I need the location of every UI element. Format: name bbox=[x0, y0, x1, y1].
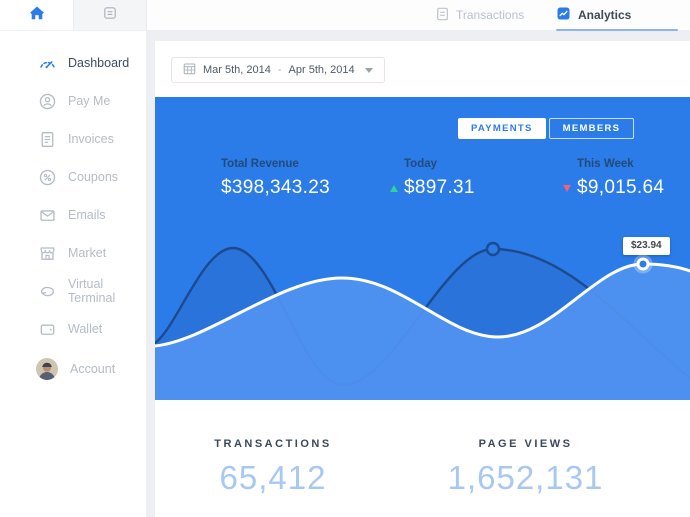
stat-label: Total Revenue bbox=[221, 158, 330, 170]
stat-value: $9,015.64 bbox=[577, 177, 664, 199]
wallet-icon bbox=[38, 320, 57, 339]
sidebar-item-label: Virtual Terminal bbox=[68, 277, 146, 305]
bottom-stat-value: 65,412 bbox=[163, 459, 383, 497]
bottom-stat-label: PAGE VIEWS bbox=[413, 438, 638, 450]
sidebar-item-label: Market bbox=[68, 246, 106, 260]
series-toggle: PAYMENTS MEMBERS bbox=[458, 118, 634, 139]
stat-value: $897.31 bbox=[404, 177, 475, 199]
stat-this-week: This Week $9,015.64 bbox=[563, 158, 664, 199]
white-series-marker[interactable] bbox=[638, 259, 648, 269]
sidebar-item-label: Invoices bbox=[68, 132, 114, 146]
payments-toggle-button[interactable]: PAYMENTS bbox=[458, 118, 546, 139]
chart-tooltip: $23.94 bbox=[623, 237, 670, 255]
list-icon bbox=[102, 5, 118, 26]
analytics-icon bbox=[556, 6, 571, 24]
sidebar-item-dashboard[interactable]: Dashboard bbox=[0, 44, 146, 82]
sidebar-item-label: Wallet bbox=[68, 322, 102, 336]
terminal-icon bbox=[38, 282, 57, 301]
sidebar-item-label: Emails bbox=[68, 208, 106, 222]
sidebar-item-label: Dashboard bbox=[68, 56, 129, 70]
bottom-stat-value: 1,652,131 bbox=[413, 459, 638, 497]
tab-list[interactable] bbox=[73, 0, 147, 30]
tab-analytics[interactable]: Analytics bbox=[556, 0, 631, 30]
sidebar: Dashboard Pay Me Invoices Coupons Emails… bbox=[0, 31, 146, 517]
sidebar-item-pay-me[interactable]: Pay Me bbox=[0, 82, 146, 120]
members-toggle-button[interactable]: MEMBERS bbox=[549, 118, 635, 139]
sidebar-item-label: Pay Me bbox=[68, 94, 110, 108]
top-bar: Transactions Analytics bbox=[0, 0, 690, 31]
chevron-down-icon bbox=[365, 68, 373, 73]
active-tab-underline bbox=[556, 29, 678, 31]
sidebar-item-wallet[interactable]: Wallet bbox=[0, 310, 146, 348]
stat-label: Today bbox=[404, 158, 475, 170]
tab-analytics-label: Analytics bbox=[578, 8, 631, 22]
invoice-icon bbox=[38, 130, 57, 149]
stat-today: Today $897.31 bbox=[390, 158, 475, 199]
dark-series-marker[interactable] bbox=[487, 243, 499, 255]
analytics-chart-panel: PAYMENTS MEMBERS Total Revenue $398,343.… bbox=[155, 97, 690, 400]
bottom-stat-page-views: PAGE VIEWS 1,652,131 bbox=[413, 438, 638, 497]
stat-label: This Week bbox=[577, 158, 664, 170]
sidebar-item-invoices[interactable]: Invoices bbox=[0, 120, 146, 158]
date-range-separator: - bbox=[278, 64, 282, 76]
sidebar-item-emails[interactable]: Emails bbox=[0, 196, 146, 234]
main-card: Mar 5th, 2014 - Apr 5th, 2014 PAYMENTS M… bbox=[155, 41, 690, 517]
percent-icon bbox=[38, 168, 57, 187]
avatar bbox=[35, 357, 59, 381]
person-icon bbox=[38, 92, 57, 111]
gauge-icon bbox=[38, 54, 57, 73]
tab-transactions-label: Transactions bbox=[456, 8, 524, 22]
area-chart-canvas[interactable] bbox=[155, 97, 690, 400]
trend-up-icon bbox=[390, 185, 398, 192]
trend-down-icon bbox=[563, 185, 571, 192]
sidebar-item-label: Coupons bbox=[68, 170, 118, 184]
sidebar-item-label: Account bbox=[70, 362, 115, 376]
stat-value: $398,343.23 bbox=[221, 177, 330, 199]
date-range-picker[interactable]: Mar 5th, 2014 - Apr 5th, 2014 bbox=[171, 57, 385, 83]
home-icon bbox=[28, 4, 46, 27]
storefront-icon bbox=[38, 244, 57, 263]
envelope-icon bbox=[38, 206, 57, 225]
tab-transactions[interactable]: Transactions bbox=[436, 0, 524, 30]
date-range-start: Mar 5th, 2014 bbox=[203, 64, 271, 76]
sidebar-item-market[interactable]: Market bbox=[0, 234, 146, 272]
stat-total-revenue: Total Revenue $398,343.23 bbox=[221, 158, 330, 199]
sidebar-item-account[interactable]: Account bbox=[0, 348, 146, 390]
date-range-end: Apr 5th, 2014 bbox=[289, 64, 355, 76]
bottom-stat-label: TRANSACTIONS bbox=[163, 438, 383, 450]
document-icon bbox=[436, 7, 449, 24]
sidebar-item-coupons[interactable]: Coupons bbox=[0, 158, 146, 196]
tab-home[interactable] bbox=[0, 0, 73, 30]
bottom-stat-transactions: TRANSACTIONS 65,412 bbox=[163, 438, 383, 497]
calendar-icon bbox=[183, 62, 196, 78]
sidebar-item-virtual-terminal[interactable]: Virtual Terminal bbox=[0, 272, 146, 310]
